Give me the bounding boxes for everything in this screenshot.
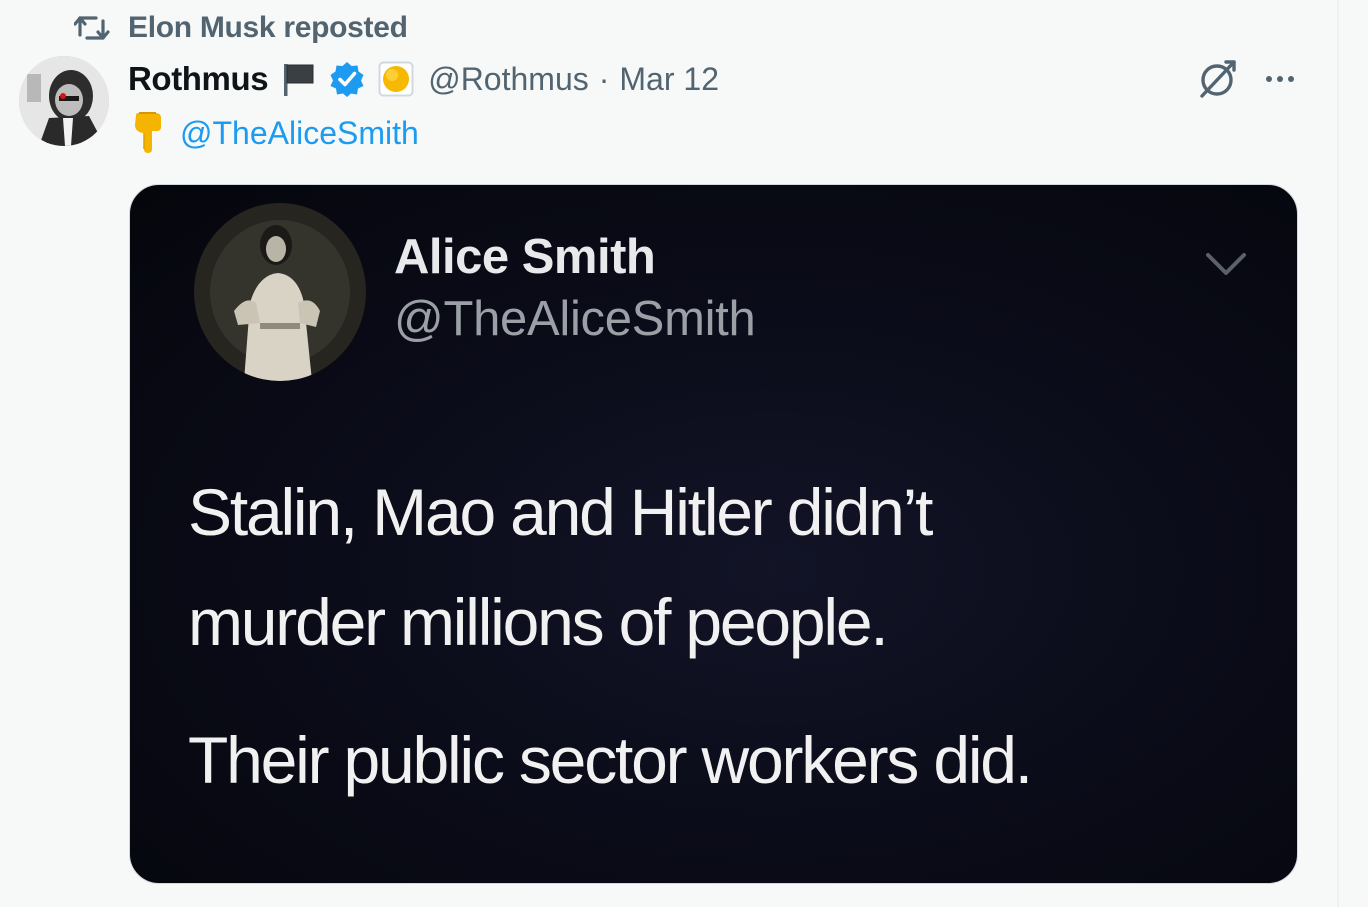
post-text: @TheAliceSmith (130, 108, 419, 158)
embedded-author-handle: @TheAliceSmith (394, 292, 756, 346)
author-handle[interactable]: @Rothmus (428, 61, 589, 98)
embedded-text-line: Stalin, Mao and Hitler didn’t (188, 475, 933, 549)
grok-icon[interactable] (1196, 58, 1238, 100)
pointing-down-icon (130, 111, 166, 155)
avatar-image (19, 56, 109, 146)
embedded-text-line: murder millions of people. (188, 585, 889, 659)
embedded-author-name: Alice Smith (394, 230, 656, 284)
media-image[interactable]: Alice Smith @TheAliceSmith Stalin, Mao a… (129, 184, 1298, 884)
post-page: Elon Musk reposted Rothmus @Rothmus · Ma… (0, 0, 1368, 907)
post-date[interactable]: Mar 12 (619, 61, 719, 98)
repost-label[interactable]: Elon Musk reposted (128, 11, 408, 45)
column-divider (1337, 0, 1339, 907)
verified-icon[interactable] (328, 60, 366, 98)
affiliation-icon[interactable] (378, 61, 414, 97)
separator-dot: · (598, 60, 610, 97)
author-name[interactable]: Rothmus (128, 60, 269, 98)
more-dot (1266, 76, 1272, 82)
avatar[interactable] (19, 56, 109, 146)
flag-icon (282, 61, 316, 97)
embedded-avatar (194, 203, 366, 381)
repost-indicator[interactable]: Elon Musk reposted (74, 8, 408, 48)
more-dot (1277, 76, 1283, 82)
repost-icon (74, 13, 110, 43)
embedded-avatar-image (194, 203, 366, 381)
more-icon[interactable] (1260, 64, 1300, 94)
mention-link[interactable]: @TheAliceSmith (180, 115, 419, 152)
embedded-text-line: Their public sector workers did. (188, 723, 1033, 797)
post-header: Rothmus @Rothmus · Mar 12 (128, 56, 719, 102)
chevron-down-icon (1204, 249, 1248, 279)
more-dot (1288, 76, 1294, 82)
